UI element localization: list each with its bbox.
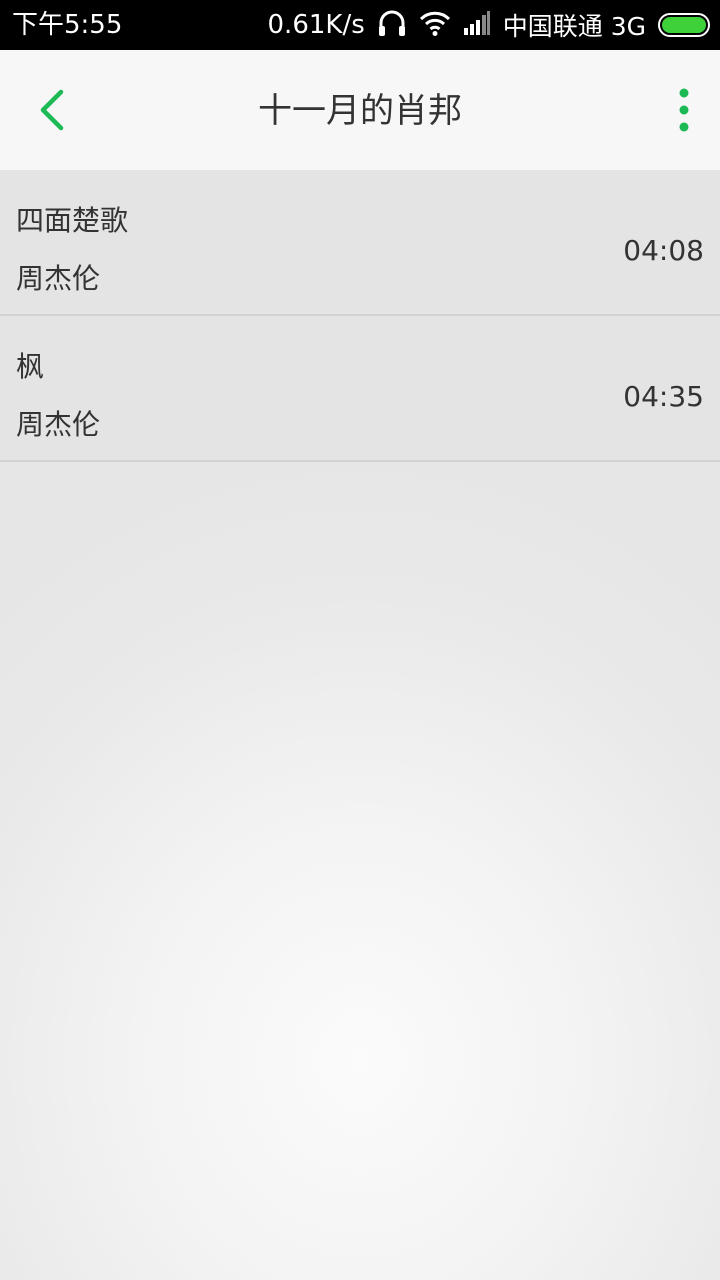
app-bar: 十一月的肖邦 [0, 50, 720, 170]
back-button[interactable] [22, 80, 82, 140]
battery-level [662, 17, 706, 33]
carrier-label: 中国联通 3G [502, 12, 646, 41]
song-duration: 04:35 [623, 380, 704, 413]
song-list: 四面楚歌 周杰伦 04:08 枫 周杰伦 04:35 [0, 170, 720, 462]
status-bar: 下午5:55 0.61K/s 中国联通 3G [0, 0, 720, 50]
song-duration: 04:08 [623, 234, 704, 267]
chevron-left-icon [40, 89, 64, 131]
more-options-button[interactable] [664, 80, 704, 140]
song-row[interactable]: 枫 周杰伦 04:35 [0, 316, 720, 462]
wifi-icon [419, 9, 451, 41]
more-vertical-icon [679, 88, 689, 132]
network-speed: 0.61K/s [267, 10, 365, 40]
song-artist: 周杰伦 [16, 262, 101, 295]
status-icons: 0.61K/s 中国联通 3G [268, 6, 710, 44]
signal-icon [463, 10, 491, 40]
song-title: 四面楚歌 [16, 204, 129, 237]
status-time: 下午5:55 [12, 10, 123, 40]
battery-icon [658, 13, 710, 37]
song-title: 枫 [16, 350, 45, 383]
song-row[interactable]: 四面楚歌 周杰伦 04:08 [0, 170, 720, 316]
headphones-icon [377, 8, 407, 42]
page-title: 十一月的肖邦 [258, 91, 462, 131]
song-artist: 周杰伦 [16, 408, 101, 441]
